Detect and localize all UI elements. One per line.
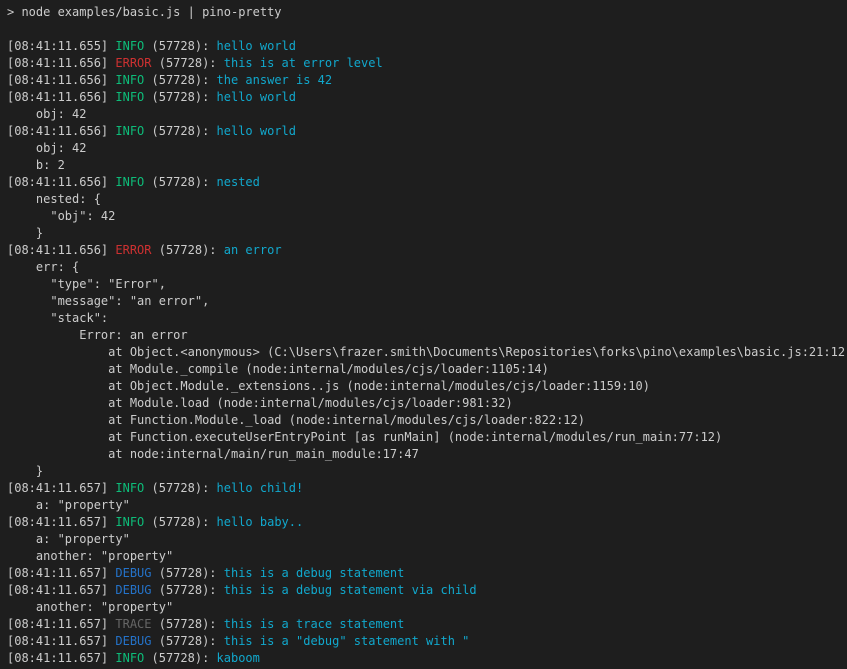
log-property: "message": "an error", <box>7 293 847 310</box>
log-level: INFO <box>115 90 144 104</box>
log-message: an error <box>224 243 282 257</box>
log-property: a: "property" <box>7 497 847 514</box>
log-level: INFO <box>115 73 144 87</box>
log-message: this is a debug statement via child <box>224 583 477 597</box>
log-line: [08:41:11.657] INFO (57728): kaboom <box>7 650 847 667</box>
log-pid: (57728): <box>144 175 216 189</box>
log-pid: (57728): <box>144 90 216 104</box>
blank-line <box>7 21 847 38</box>
log-timestamp: [08:41:11.657] <box>7 651 115 665</box>
log-message: hello world <box>217 39 296 53</box>
log-line: [08:41:11.656] INFO (57728): nested <box>7 174 847 191</box>
log-line: [08:41:11.656] INFO (57728): the answer … <box>7 72 847 89</box>
log-line: [08:41:11.657] DEBUG (57728): this is a … <box>7 582 847 599</box>
log-level: INFO <box>115 481 144 495</box>
log-level: INFO <box>115 651 144 665</box>
log-message: this is at error level <box>224 56 383 70</box>
log-property: obj: 42 <box>7 140 847 157</box>
log-pid: (57728): <box>152 634 224 648</box>
log-property: } <box>7 225 847 242</box>
log-property: another: "property" <box>7 599 847 616</box>
log-timestamp: [08:41:11.656] <box>7 243 115 257</box>
log-message: hello world <box>217 90 296 104</box>
log-pid: (57728): <box>144 124 216 138</box>
log-line: [08:41:11.656] ERROR (57728): this is at… <box>7 55 847 72</box>
log-level: INFO <box>115 124 144 138</box>
stack-line: at Object.Module._extensions..js (node:i… <box>7 378 847 395</box>
log-pid: (57728): <box>144 39 216 53</box>
log-timestamp: [08:41:11.655] <box>7 39 115 53</box>
log-level: ERROR <box>115 56 151 70</box>
log-level: DEBUG <box>115 583 151 597</box>
log-message: hello child! <box>217 481 304 495</box>
log-message: this is a trace statement <box>224 617 405 631</box>
log-line: [08:41:11.655] INFO (57728): hello world <box>7 38 847 55</box>
stack-line: at Module.load (node:internal/modules/cj… <box>7 395 847 412</box>
log-line: [08:41:11.656] INFO (57728): hello world <box>7 89 847 106</box>
log-message: kaboom <box>217 651 260 665</box>
log-timestamp: [08:41:11.656] <box>7 90 115 104</box>
terminal-output: [08:41:11.655] INFO (57728): hello world… <box>7 21 847 667</box>
log-line: [08:41:11.657] DEBUG (57728): this is a … <box>7 633 847 650</box>
log-pid: (57728): <box>152 583 224 597</box>
log-line: [08:41:11.657] INFO (57728): hello child… <box>7 480 847 497</box>
stack-line: at Module._compile (node:internal/module… <box>7 361 847 378</box>
log-timestamp: [08:41:11.656] <box>7 56 115 70</box>
log-property: err: { <box>7 259 847 276</box>
log-property: another: "property" <box>7 548 847 565</box>
log-pid: (57728): <box>152 243 224 257</box>
log-line: [08:41:11.656] ERROR (57728): an error <box>7 242 847 259</box>
log-pid: (57728): <box>144 651 216 665</box>
log-level: INFO <box>115 175 144 189</box>
log-pid: (57728): <box>152 617 224 631</box>
stack-line: at Function.Module._load (node:internal/… <box>7 412 847 429</box>
log-timestamp: [08:41:11.657] <box>7 634 115 648</box>
terminal-window[interactable]: > node examples/basic.js | pino-pretty [… <box>0 0 847 669</box>
log-timestamp: [08:41:11.657] <box>7 617 115 631</box>
log-message: hello baby.. <box>217 515 304 529</box>
log-level: INFO <box>115 39 144 53</box>
log-property: obj: 42 <box>7 106 847 123</box>
log-timestamp: [08:41:11.657] <box>7 481 115 495</box>
command-line: > node examples/basic.js | pino-pretty <box>7 4 847 21</box>
log-property: "obj": 42 <box>7 208 847 225</box>
log-level: TRACE <box>115 617 151 631</box>
log-pid: (57728): <box>152 566 224 580</box>
log-property: b: 2 <box>7 157 847 174</box>
stack-line: Error: an error <box>7 327 847 344</box>
log-timestamp: [08:41:11.657] <box>7 515 115 529</box>
log-level: DEBUG <box>115 634 151 648</box>
log-property: "type": "Error", <box>7 276 847 293</box>
log-pid: (57728): <box>144 481 216 495</box>
log-line: [08:41:11.657] TRACE (57728): this is a … <box>7 616 847 633</box>
log-message: this is a "debug" statement with " <box>224 634 470 648</box>
log-property: a: "property" <box>7 531 847 548</box>
log-line: [08:41:11.657] INFO (57728): hello baby.… <box>7 514 847 531</box>
log-level: INFO <box>115 515 144 529</box>
log-message: this is a debug statement <box>224 566 405 580</box>
log-line: [08:41:11.657] DEBUG (57728): this is a … <box>7 565 847 582</box>
log-level: DEBUG <box>115 566 151 580</box>
log-property: nested: { <box>7 191 847 208</box>
log-timestamp: [08:41:11.657] <box>7 566 115 580</box>
log-timestamp: [08:41:11.656] <box>7 73 115 87</box>
log-pid: (57728): <box>144 73 216 87</box>
log-property: } <box>7 463 847 480</box>
log-level: ERROR <box>115 243 151 257</box>
stack-line: at Object.<anonymous> (C:\Users\frazer.s… <box>7 344 847 361</box>
log-message: nested <box>217 175 260 189</box>
log-timestamp: [08:41:11.656] <box>7 124 115 138</box>
log-line: [08:41:11.656] INFO (57728): hello world <box>7 123 847 140</box>
stack-line: at node:internal/main/run_main_module:17… <box>7 446 847 463</box>
log-message: the answer is 42 <box>217 73 333 87</box>
log-timestamp: [08:41:11.656] <box>7 175 115 189</box>
log-property: "stack": <box>7 310 847 327</box>
log-pid: (57728): <box>152 56 224 70</box>
log-message: hello world <box>217 124 296 138</box>
log-pid: (57728): <box>144 515 216 529</box>
log-timestamp: [08:41:11.657] <box>7 583 115 597</box>
stack-line: at Function.executeUserEntryPoint [as ru… <box>7 429 847 446</box>
